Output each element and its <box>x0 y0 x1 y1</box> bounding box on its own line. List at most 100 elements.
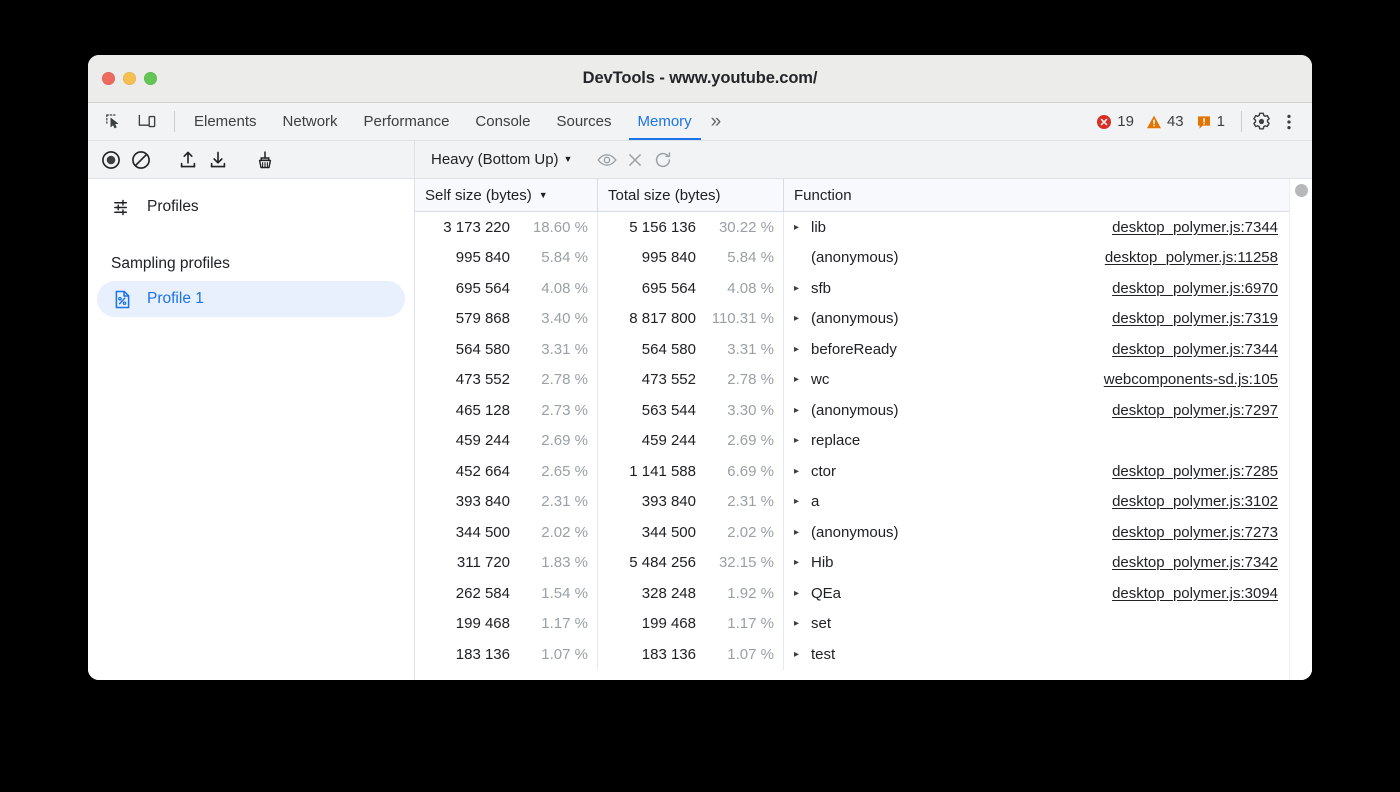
tab-console[interactable]: Console <box>462 103 543 140</box>
minimize-window-button[interactable] <box>123 72 136 85</box>
tab-memory[interactable]: Memory <box>625 103 705 140</box>
gear-icon[interactable] <box>1248 109 1274 135</box>
expand-triangle-icon[interactable]: ▸ <box>794 527 811 538</box>
table-row[interactable]: 695 5644.08 %695 5644.08 %▸sfbdesktop_po… <box>415 273 1289 304</box>
source-location-link[interactable]: desktop_polymer.js:11258 <box>1105 249 1280 266</box>
column-header-function[interactable]: Function <box>784 179 1289 211</box>
total-size-value: 473 552 <box>642 371 696 388</box>
table-row[interactable]: 262 5841.54 %328 2481.92 %▸QEadesktop_po… <box>415 578 1289 609</box>
source-location-link[interactable]: desktop_polymer.js:7319 <box>1112 310 1280 327</box>
self-size-value: 344 500 <box>456 524 510 541</box>
table-row[interactable]: 311 7201.83 %5 484 25632.15 %▸Hibdesktop… <box>415 548 1289 579</box>
clear-button[interactable] <box>128 147 154 173</box>
sidebar-item-profiles[interactable]: Profiles <box>97 189 405 225</box>
source-location-link[interactable]: desktop_polymer.js:7342 <box>1112 554 1280 571</box>
view-mode-select[interactable]: Heavy (Bottom Up) ▼ <box>425 148 578 171</box>
expand-triangle-icon[interactable]: ▸ <box>794 283 811 294</box>
table-row[interactable]: 473 5522.78 %473 5522.78 %▸wcwebcomponen… <box>415 365 1289 396</box>
total-size-percent: 1.07 % <box>696 646 774 663</box>
source-location-link[interactable]: desktop_polymer.js:3094 <box>1112 585 1280 602</box>
function-name: Hib <box>811 554 834 571</box>
maximize-window-button[interactable] <box>144 72 157 85</box>
tab-network[interactable]: Network <box>270 103 351 140</box>
expand-triangle-icon[interactable]: ▸ <box>794 435 811 446</box>
vertical-scrollbar[interactable] <box>1289 179 1312 680</box>
expand-triangle-icon[interactable]: ▸ <box>794 313 811 324</box>
inspect-element-icon[interactable] <box>100 109 126 135</box>
expand-triangle-icon[interactable]: ▸ <box>794 649 811 660</box>
column-header-total-size[interactable]: Total size (bytes) <box>598 179 784 211</box>
expand-triangle-icon[interactable]: ▸ <box>794 557 811 568</box>
total-size-percent: 30.22 % <box>696 219 774 236</box>
sidebar-item-profile-1[interactable]: Profile 1 <box>97 281 405 317</box>
cell-total-size: 183 1361.07 % <box>598 639 784 670</box>
function-name: replace <box>811 432 860 449</box>
more-options-icon[interactable] <box>1276 109 1302 135</box>
more-tabs-icon[interactable]: » <box>705 103 727 140</box>
total-size-percent: 5.84 % <box>696 249 774 266</box>
cell-total-size: 563 5443.30 % <box>598 395 784 426</box>
expand-triangle-icon[interactable]: ▸ <box>794 618 811 629</box>
window-titlebar: DevTools - www.youtube.com/ <box>88 55 1312 103</box>
tab-elements[interactable]: Elements <box>181 103 270 140</box>
source-location-link[interactable]: desktop_polymer.js:7297 <box>1112 402 1280 419</box>
tab-performance[interactable]: Performance <box>351 103 463 140</box>
expand-triangle-icon[interactable]: ▸ <box>794 405 811 416</box>
error-badge[interactable]: 19 <box>1092 113 1138 130</box>
tabbar-right-tools <box>1248 103 1312 140</box>
load-button[interactable] <box>175 147 201 173</box>
expand-triangle-icon[interactable]: ▸ <box>794 588 811 599</box>
warning-badge[interactable]: 43 <box>1142 113 1188 130</box>
table-row[interactable]: 344 5002.02 %344 5002.02 %▸(anonymous)de… <box>415 517 1289 548</box>
expand-triangle-icon[interactable]: ▸ <box>794 222 811 233</box>
focus-selected-function-button[interactable] <box>594 147 620 173</box>
device-toolbar-icon[interactable] <box>134 109 160 135</box>
cell-self-size: 564 5803.31 % <box>415 334 598 365</box>
table-row[interactable]: 459 2442.69 %459 2442.69 %▸replace <box>415 426 1289 457</box>
total-size-value: 5 484 256 <box>629 554 696 571</box>
total-size-value: 5 156 136 <box>629 219 696 236</box>
cell-total-size: 5 156 13630.22 % <box>598 212 784 243</box>
table-row[interactable]: 995 8405.84 %995 8405.84 %(anonymous)des… <box>415 243 1289 274</box>
expand-triangle-icon[interactable]: ▸ <box>794 344 811 355</box>
scrollbar-thumb[interactable] <box>1295 184 1308 197</box>
function-name: ctor <box>811 463 836 480</box>
exclude-selected-function-button[interactable] <box>622 147 648 173</box>
table-row[interactable]: 465 1282.73 %563 5443.30 %▸(anonymous)de… <box>415 395 1289 426</box>
cell-self-size: 3 173 22018.60 % <box>415 212 598 243</box>
table-row[interactable]: 564 5803.31 %564 5803.31 %▸beforeReadyde… <box>415 334 1289 365</box>
source-location-link[interactable]: desktop_polymer.js:3102 <box>1112 493 1280 510</box>
function-name: QEa <box>811 585 841 602</box>
cell-total-size: 5 484 25632.15 % <box>598 548 784 579</box>
devtools-tabbar: Elements Network Performance Console Sou… <box>88 103 1312 141</box>
source-location-link[interactable]: desktop_polymer.js:6970 <box>1112 280 1280 297</box>
self-size-percent: 1.07 % <box>510 646 588 663</box>
table-row[interactable]: 393 8402.31 %393 8402.31 %▸adesktop_poly… <box>415 487 1289 518</box>
self-size-value: 695 564 <box>456 280 510 297</box>
collect-garbage-button[interactable] <box>252 147 278 173</box>
source-location-link[interactable]: desktop_polymer.js:7285 <box>1112 463 1280 480</box>
column-header-self-size[interactable]: Self size (bytes) ▼ <box>415 179 598 211</box>
cell-function: ▸adesktop_polymer.js:3102 <box>784 487 1289 518</box>
restore-all-functions-button[interactable] <box>650 147 676 173</box>
expand-triangle-icon[interactable]: ▸ <box>794 496 811 507</box>
tab-sources[interactable]: Sources <box>543 103 624 140</box>
source-location-link[interactable]: desktop_polymer.js:7273 <box>1112 524 1280 541</box>
table-row[interactable]: 183 1361.07 %183 1361.07 %▸test <box>415 639 1289 670</box>
record-button[interactable] <box>98 147 124 173</box>
source-location-link[interactable]: desktop_polymer.js:7344 <box>1112 341 1280 358</box>
self-size-value: 564 580 <box>456 341 510 358</box>
table-row[interactable]: 452 6642.65 %1 141 5886.69 %▸ctordesktop… <box>415 456 1289 487</box>
expand-triangle-icon[interactable]: ▸ <box>794 466 811 477</box>
total-size-percent: 6.69 % <box>696 463 774 480</box>
table-row[interactable]: 199 4681.17 %199 4681.17 %▸set <box>415 609 1289 640</box>
source-location-link[interactable]: webcomponents-sd.js:105 <box>1104 371 1280 388</box>
table-row[interactable]: 3 173 22018.60 %5 156 13630.22 %▸libdesk… <box>415 212 1289 243</box>
save-button[interactable] <box>205 147 231 173</box>
table-row[interactable]: 579 8683.40 %8 817 800110.31 %▸(anonymou… <box>415 304 1289 335</box>
close-window-button[interactable] <box>102 72 115 85</box>
total-size-percent: 2.69 % <box>696 432 774 449</box>
expand-triangle-icon[interactable]: ▸ <box>794 374 811 385</box>
issue-badge[interactable]: 1 <box>1192 113 1229 130</box>
source-location-link[interactable]: desktop_polymer.js:7344 <box>1112 219 1280 236</box>
